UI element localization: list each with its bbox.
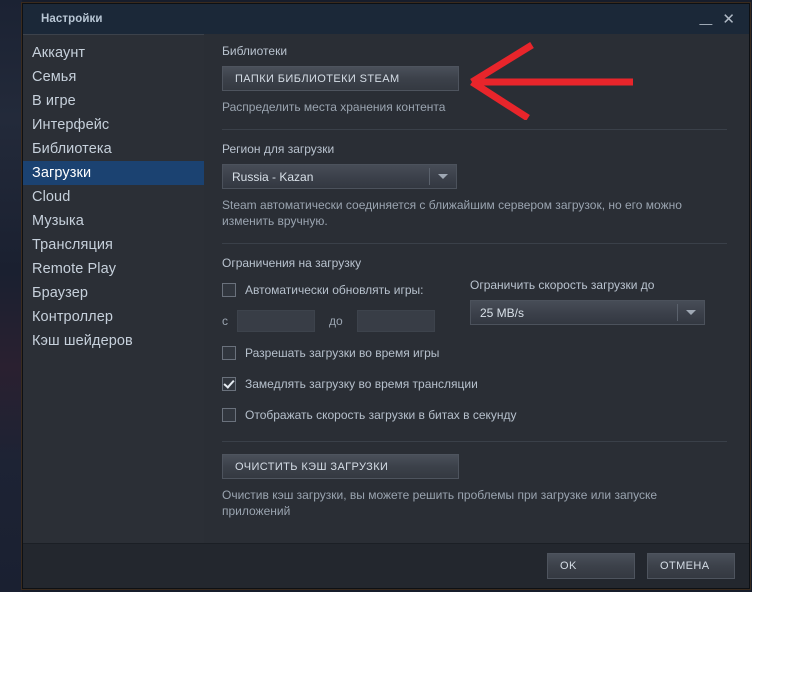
auto-update-time-row: с до [222, 309, 470, 333]
restrictions-columns: Автоматически обновлять игры: с до Огран… [222, 278, 727, 341]
sidebar-item-label: Библиотека [32, 141, 112, 157]
minimize-icon[interactable]: — [699, 17, 712, 30]
sidebar-item-label: Трансляция [32, 237, 113, 253]
chevron-down-icon [430, 174, 456, 179]
libraries-hint: Распределить места хранения контента [222, 100, 446, 114]
titlebar: Настройки — ✕ [23, 4, 749, 34]
close-icon[interactable]: ✕ [722, 12, 735, 27]
window-title: Настройки [41, 13, 103, 25]
sidebar-item-label: Аккаунт [32, 45, 86, 61]
sidebar-item-family[interactable]: Семья [23, 65, 204, 89]
divider-libraries [222, 129, 727, 130]
download-region-select[interactable]: Russia - Kazan [222, 164, 457, 189]
sidebar-item-remote-play[interactable]: Remote Play [23, 257, 204, 281]
sidebar-item-shader-cache[interactable]: Кэш шейдеров [23, 329, 204, 353]
sidebar-item-label: Музыка [32, 213, 84, 229]
cache-hint: Очистив кэш загрузки, вы можете решить п… [222, 488, 658, 518]
throttle-while-streaming-row: Замедлять загрузку во время трансляции [222, 372, 727, 396]
speed-limit-value: 25 MB/s [480, 305, 525, 320]
sidebar-item-broadcast[interactable]: Трансляция [23, 233, 204, 257]
sidebar-item-in-game[interactable]: В игре [23, 89, 204, 113]
speed-limit-select[interactable]: 25 MB/s [470, 300, 705, 325]
allow-downloads-while-playing-row: Разрешать загрузки во время игры [222, 341, 727, 365]
sidebar-item-label: В игре [32, 93, 76, 109]
region-hint: Steam автоматически соединяется с ближай… [222, 198, 682, 228]
sidebar-item-label: Cloud [32, 189, 71, 205]
ok-button[interactable]: OK [547, 553, 635, 579]
sidebar-item-label: Семья [32, 69, 77, 85]
sidebar-item-label: Remote Play [32, 261, 117, 277]
show-bits-checkbox[interactable] [222, 408, 236, 422]
sidebar-item-label: Загрузки [32, 165, 92, 181]
time-from-input[interactable] [237, 310, 315, 332]
sidebar-item-cloud[interactable]: Cloud [23, 185, 204, 209]
libraries-section-label: Библиотеки [222, 44, 288, 58]
dialog-body: Аккаунт Семья В игре Интерфейс Библиотек… [23, 34, 749, 543]
sidebar-item-browser[interactable]: Браузер [23, 281, 204, 305]
throttle-while-streaming-label: Замедлять загрузку во время трансляции [245, 377, 478, 391]
download-region-value: Russia - Kazan [232, 169, 314, 184]
restrictions-right-column: Ограничить скорость загрузки до 25 MB/s [470, 278, 727, 341]
sidebar-item-music[interactable]: Музыка [23, 209, 204, 233]
divider-restrictions [222, 441, 727, 442]
restrictions-section-label: Ограничения на загрузку [222, 256, 362, 270]
sidebar-item-interface[interactable]: Интерфейс [23, 113, 204, 137]
sidebar-item-label: Контроллер [32, 309, 114, 325]
time-to-input[interactable] [356, 310, 435, 332]
sidebar-item-label: Браузер [32, 285, 89, 301]
dialog-footer: OK ОТМЕНА [23, 543, 749, 588]
sidebar-item-library[interactable]: Библиотека [23, 137, 204, 161]
time-from-label: с [222, 314, 228, 328]
throttle-while-streaming-checkbox[interactable] [222, 377, 236, 391]
settings-dialog: Настройки — ✕ Аккаунт Семья В игре Интер… [22, 3, 750, 589]
region-section-label: Регион для загрузки [222, 142, 335, 156]
clear-download-cache-button[interactable]: ОЧИСТИТЬ КЭШ ЗАГРУЗКИ [222, 454, 459, 479]
sidebar-item-downloads[interactable]: Загрузки [23, 161, 204, 185]
speed-limit-label: Ограничить скорость загрузки до [470, 278, 655, 292]
auto-update-checkbox[interactable] [222, 283, 236, 297]
divider-region [222, 243, 727, 244]
sidebar-item-label: Интерфейс [32, 117, 110, 133]
cancel-button[interactable]: ОТМЕНА [647, 553, 735, 579]
page-background [752, 0, 787, 592]
allow-downloads-while-playing-checkbox[interactable] [222, 346, 236, 360]
sidebar-item-controller[interactable]: Контроллер [23, 305, 204, 329]
auto-update-label: Автоматически обновлять игры: [245, 283, 424, 297]
sidebar-item-account[interactable]: Аккаунт [23, 41, 204, 65]
window-controls: — ✕ [699, 12, 743, 30]
chevron-down-icon [678, 310, 704, 315]
time-to-label: до [329, 314, 343, 328]
settings-sidebar: Аккаунт Семья В игре Интерфейс Библиотек… [23, 34, 204, 543]
show-bits-label: Отображать скорость загрузки в битах в с… [245, 408, 517, 422]
auto-update-row: Автоматически обновлять игры: [222, 278, 470, 302]
restrictions-left-column: Автоматически обновлять игры: с до [222, 278, 470, 341]
steam-library-folders-button[interactable]: ПАПКИ БИБЛИОТЕКИ STEAM [222, 66, 459, 91]
settings-content-downloads: Библиотеки ПАПКИ БИБЛИОТЕКИ STEAM Распре… [204, 34, 749, 543]
sidebar-item-label: Кэш шейдеров [32, 333, 133, 349]
allow-downloads-while-playing-label: Разрешать загрузки во время игры [245, 346, 440, 360]
show-bits-row: Отображать скорость загрузки в битах в с… [222, 403, 727, 427]
